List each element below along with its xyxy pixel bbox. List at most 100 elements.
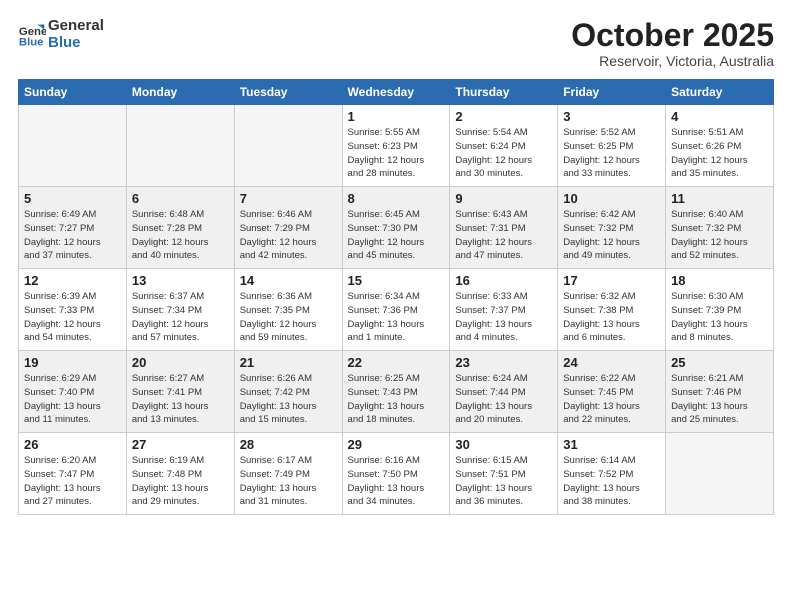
col-sunday: Sunday	[19, 80, 127, 105]
calendar-cell: 20 Sunrise: 6:27 AM Sunset: 7:41 PM Dayli…	[126, 351, 234, 433]
day-info: Sunrise: 6:39 AM Sunset: 7:33 PM Dayligh…	[24, 290, 121, 345]
calendar-cell: 9 Sunrise: 6:43 AM Sunset: 7:31 PM Daylig…	[450, 187, 558, 269]
day-info: Sunrise: 6:43 AM Sunset: 7:31 PM Dayligh…	[455, 208, 552, 263]
logo-icon: General Blue	[18, 21, 46, 49]
day-info: Sunrise: 6:34 AM Sunset: 7:36 PM Dayligh…	[348, 290, 445, 345]
day-number: 19	[24, 355, 121, 370]
day-info: Sunrise: 6:21 AM Sunset: 7:46 PM Dayligh…	[671, 372, 768, 427]
calendar-cell: 17Sunrise: 6:32 AM Sunset: 7:38 PM Dayli…	[558, 269, 666, 351]
day-info: Sunrise: 6:42 AM Sunset: 7:32 PM Dayligh…	[563, 208, 660, 263]
day-info: Sunrise: 6:30 AM Sunset: 7:39 PM Dayligh…	[671, 290, 768, 345]
calendar-cell: 1Sunrise: 5:55 AM Sunset: 6:23 PM Daylig…	[342, 105, 450, 187]
day-info: Sunrise: 6:20 AM Sunset: 7:47 PM Dayligh…	[24, 454, 121, 509]
calendar-cell: 27 Sunrise: 6:19 AM Sunset: 7:48 PM Dayli…	[126, 433, 234, 515]
calendar-cell: 22 Sunrise: 6:25 AM Sunset: 7:43 PM Dayli…	[342, 351, 450, 433]
day-info: Sunrise: 6:45 AM Sunset: 7:30 PM Dayligh…	[348, 208, 445, 263]
day-info: Sunrise: 5:54 AM Sunset: 6:24 PM Dayligh…	[455, 126, 552, 181]
calendar-cell: 30Sunrise: 6:15 AM Sunset: 7:51 PM Dayli…	[450, 433, 558, 515]
calendar-cell: 26Sunrise: 6:20 AM Sunset: 7:47 PM Dayli…	[19, 433, 127, 515]
calendar-week-row: 26Sunrise: 6:20 AM Sunset: 7:47 PM Dayli…	[19, 433, 774, 515]
calendar-cell: 19 Sunrise: 6:29 AM Sunset: 7:40 PM Dayli…	[19, 351, 127, 433]
day-number: 5	[24, 191, 121, 206]
logo-text: General Blue	[48, 18, 104, 51]
day-info: Sunrise: 6:14 AM Sunset: 7:52 PM Dayligh…	[563, 454, 660, 509]
day-info: Sunrise: 6:19 AM Sunset: 7:48 PM Dayligh…	[132, 454, 229, 509]
calendar-cell: 18 Sunrise: 6:30 AM Sunset: 7:39 PM Dayli…	[666, 269, 774, 351]
day-info: Sunrise: 6:27 AM Sunset: 7:41 PM Dayligh…	[132, 372, 229, 427]
day-info: Sunrise: 6:32 AM Sunset: 7:38 PM Dayligh…	[563, 290, 660, 345]
day-number: 24	[563, 355, 660, 370]
calendar-week-row: 1Sunrise: 5:55 AM Sunset: 6:23 PM Daylig…	[19, 105, 774, 187]
day-number: 31	[563, 437, 660, 452]
calendar-cell: 11Sunrise: 6:40 AM Sunset: 7:32 PM Dayli…	[666, 187, 774, 269]
month-title: October 2025	[571, 18, 774, 53]
col-monday: Monday	[126, 80, 234, 105]
logo: General Blue General Blue	[18, 18, 104, 51]
day-number: 15	[348, 273, 445, 288]
calendar-cell: 14 Sunrise: 6:36 AM Sunset: 7:35 PM Dayli…	[234, 269, 342, 351]
day-number: 16	[455, 273, 552, 288]
day-number: 23	[455, 355, 552, 370]
calendar-cell: 5 Sunrise: 6:49 AM Sunset: 7:27 PM Daylig…	[19, 187, 127, 269]
day-number: 21	[240, 355, 337, 370]
day-info: Sunrise: 6:36 AM Sunset: 7:35 PM Dayligh…	[240, 290, 337, 345]
day-number: 9	[455, 191, 552, 206]
calendar-cell	[126, 105, 234, 187]
calendar-table: Sunday Monday Tuesday Wednesday Thursday…	[18, 79, 774, 515]
col-tuesday: Tuesday	[234, 80, 342, 105]
calendar-cell: 3Sunrise: 5:52 AM Sunset: 6:25 PM Daylig…	[558, 105, 666, 187]
day-number: 4	[671, 109, 768, 124]
calendar-cell: 31 Sunrise: 6:14 AM Sunset: 7:52 PM Dayli…	[558, 433, 666, 515]
calendar-week-row: 19 Sunrise: 6:29 AM Sunset: 7:40 PM Dayli…	[19, 351, 774, 433]
day-number: 27	[132, 437, 229, 452]
calendar-cell: 29 Sunrise: 6:16 AM Sunset: 7:50 PM Dayli…	[342, 433, 450, 515]
col-saturday: Saturday	[666, 80, 774, 105]
day-number: 22	[348, 355, 445, 370]
day-info: Sunrise: 6:37 AM Sunset: 7:34 PM Dayligh…	[132, 290, 229, 345]
col-wednesday: Wednesday	[342, 80, 450, 105]
calendar-cell: 12Sunrise: 6:39 AM Sunset: 7:33 PM Dayli…	[19, 269, 127, 351]
day-info: Sunrise: 6:25 AM Sunset: 7:43 PM Dayligh…	[348, 372, 445, 427]
title-block: October 2025 Reservoir, Victoria, Austra…	[571, 18, 774, 69]
day-number: 25	[671, 355, 768, 370]
calendar-cell: 7 Sunrise: 6:46 AM Sunset: 7:29 PM Daylig…	[234, 187, 342, 269]
day-info: Sunrise: 5:52 AM Sunset: 6:25 PM Dayligh…	[563, 126, 660, 181]
day-number: 20	[132, 355, 229, 370]
day-number: 2	[455, 109, 552, 124]
day-info: Sunrise: 6:17 AM Sunset: 7:49 PM Dayligh…	[240, 454, 337, 509]
calendar-cell	[234, 105, 342, 187]
day-info: Sunrise: 6:46 AM Sunset: 7:29 PM Dayligh…	[240, 208, 337, 263]
col-thursday: Thursday	[450, 80, 558, 105]
calendar-week-row: 5 Sunrise: 6:49 AM Sunset: 7:27 PM Daylig…	[19, 187, 774, 269]
day-info: Sunrise: 6:22 AM Sunset: 7:45 PM Dayligh…	[563, 372, 660, 427]
page: General Blue General Blue October 2025 R…	[0, 0, 792, 612]
day-number: 10	[563, 191, 660, 206]
calendar-cell: 24 Sunrise: 6:22 AM Sunset: 7:45 PM Dayli…	[558, 351, 666, 433]
day-number: 14	[240, 273, 337, 288]
calendar-cell	[19, 105, 127, 187]
day-number: 6	[132, 191, 229, 206]
day-info: Sunrise: 6:48 AM Sunset: 7:28 PM Dayligh…	[132, 208, 229, 263]
logo-blue: Blue	[48, 34, 81, 51]
day-info: Sunrise: 6:15 AM Sunset: 7:51 PM Dayligh…	[455, 454, 552, 509]
day-info: Sunrise: 6:49 AM Sunset: 7:27 PM Dayligh…	[24, 208, 121, 263]
day-number: 11	[671, 191, 768, 206]
day-info: Sunrise: 6:24 AM Sunset: 7:44 PM Dayligh…	[455, 372, 552, 427]
calendar-cell: 28Sunrise: 6:17 AM Sunset: 7:49 PM Dayli…	[234, 433, 342, 515]
calendar-cell: 15 Sunrise: 6:34 AM Sunset: 7:36 PM Dayli…	[342, 269, 450, 351]
calendar-cell: 6 Sunrise: 6:48 AM Sunset: 7:28 PM Daylig…	[126, 187, 234, 269]
day-info: Sunrise: 5:51 AM Sunset: 6:26 PM Dayligh…	[671, 126, 768, 181]
header: General Blue General Blue October 2025 R…	[18, 18, 774, 69]
day-info: Sunrise: 6:16 AM Sunset: 7:50 PM Dayligh…	[348, 454, 445, 509]
calendar-cell: 8Sunrise: 6:45 AM Sunset: 7:30 PM Daylig…	[342, 187, 450, 269]
day-number: 7	[240, 191, 337, 206]
calendar-cell: 21 Sunrise: 6:26 AM Sunset: 7:42 PM Dayli…	[234, 351, 342, 433]
day-info: Sunrise: 6:26 AM Sunset: 7:42 PM Dayligh…	[240, 372, 337, 427]
day-number: 18	[671, 273, 768, 288]
col-friday: Friday	[558, 80, 666, 105]
day-info: Sunrise: 6:29 AM Sunset: 7:40 PM Dayligh…	[24, 372, 121, 427]
calendar-cell: 16Sunrise: 6:33 AM Sunset: 7:37 PM Dayli…	[450, 269, 558, 351]
day-number: 29	[348, 437, 445, 452]
logo-general: General	[48, 17, 104, 34]
svg-text:Blue: Blue	[19, 36, 44, 48]
